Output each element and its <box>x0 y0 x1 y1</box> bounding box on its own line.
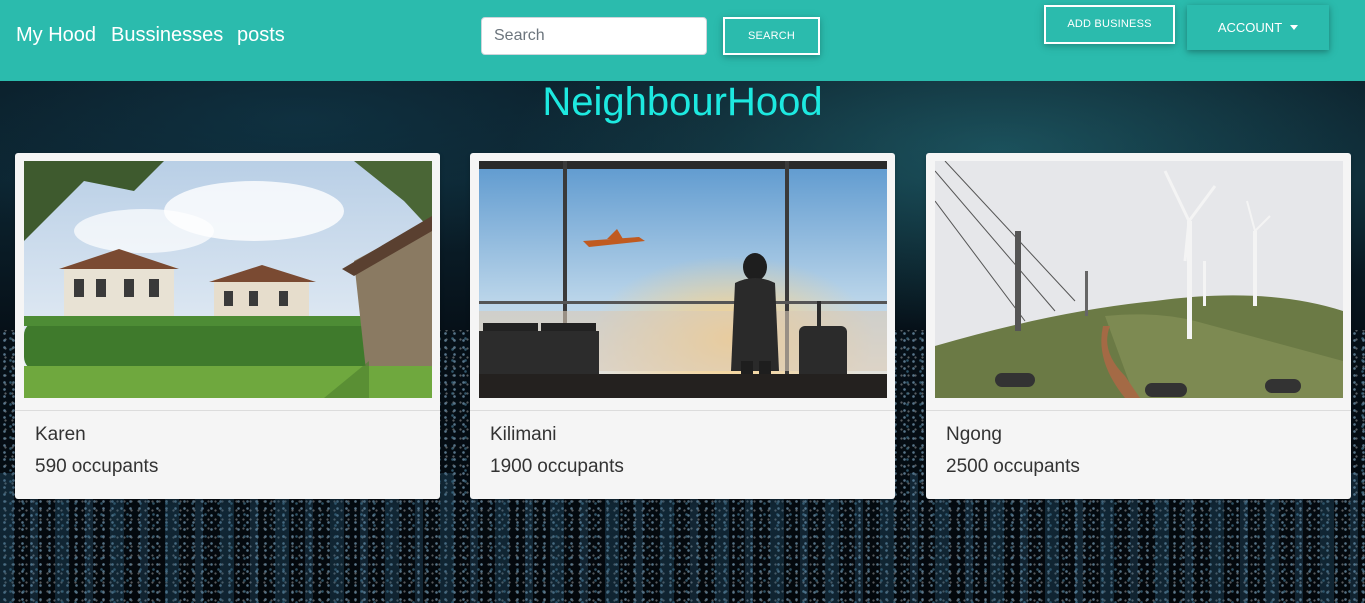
search-button[interactable]: SEARCH <box>723 17 820 55</box>
nav-link-businesses[interactable]: Bussinesses <box>111 24 223 47</box>
nav-link-posts[interactable]: posts <box>237 24 285 47</box>
hood-image-ngong <box>935 161 1343 398</box>
account-label: ACCOUNT <box>1217 20 1283 35</box>
search-input[interactable] <box>481 17 707 55</box>
hood-card-ngong[interactable]: Ngong 2500 occupants <box>926 153 1351 499</box>
occupants-count: 2500 <box>946 456 989 477</box>
hood-name: Kilimani <box>490 424 557 445</box>
hood-card-karen[interactable]: Karen 590 occupants <box>15 153 440 499</box>
card-divider <box>470 410 895 411</box>
hood-occupants: 2500 occupants <box>946 456 1080 478</box>
hood-name: Ngong <box>946 424 1002 445</box>
hood-occupants: 1900 occupants <box>490 456 624 478</box>
caret-down-icon <box>1290 25 1299 30</box>
card-divider <box>15 410 440 411</box>
add-business-button[interactable]: ADD BUSINESS <box>1044 5 1175 44</box>
hood-image-karen <box>24 161 432 398</box>
navbar: My Hood Bussinesses posts SEARCH ADD BUS… <box>0 0 1365 81</box>
occupants-label: occupants <box>993 456 1080 477</box>
hood-occupants: 590 occupants <box>35 456 158 478</box>
occupants-count: 1900 <box>490 456 533 477</box>
account-dropdown-button[interactable]: ACCOUNT <box>1187 5 1329 50</box>
hood-name: Karen <box>35 424 86 445</box>
hood-image-kilimani <box>479 161 887 398</box>
card-divider <box>926 410 1351 411</box>
page-title: NeighbourHood <box>542 80 823 124</box>
occupants-label: occupants <box>537 456 624 477</box>
occupants-label: occupants <box>71 456 159 477</box>
brand-link[interactable]: My Hood <box>16 24 96 47</box>
hood-card-kilimani[interactable]: Kilimani 1900 occupants <box>470 153 895 499</box>
occupants-count: 590 <box>35 456 67 477</box>
